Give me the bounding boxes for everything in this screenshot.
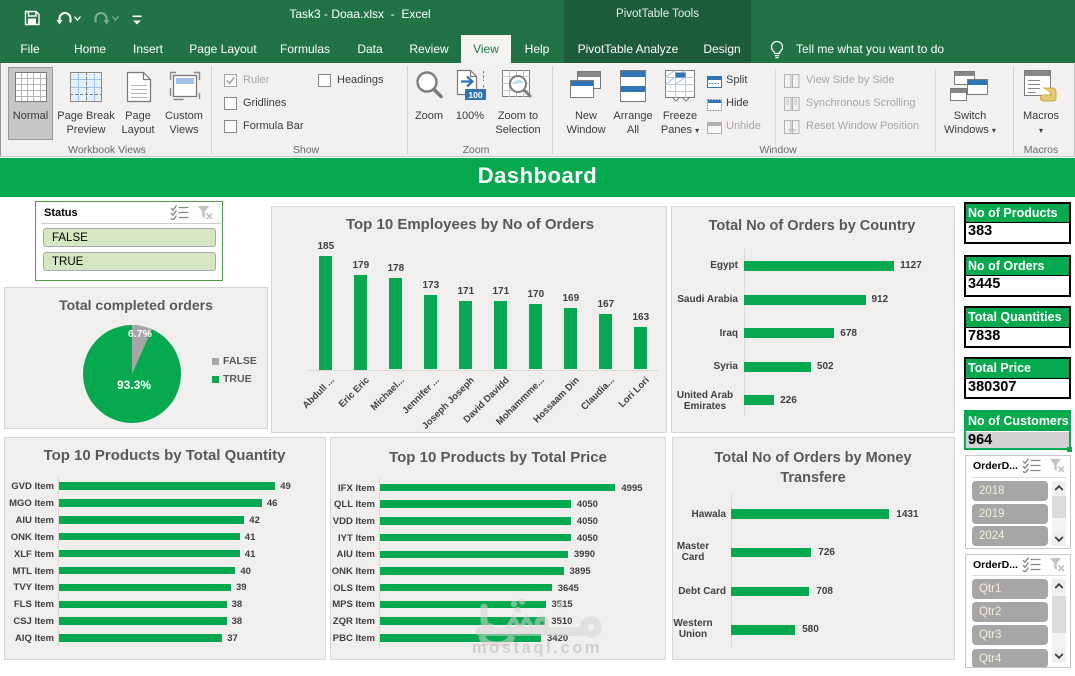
svg-text:100: 100 — [468, 90, 482, 100]
